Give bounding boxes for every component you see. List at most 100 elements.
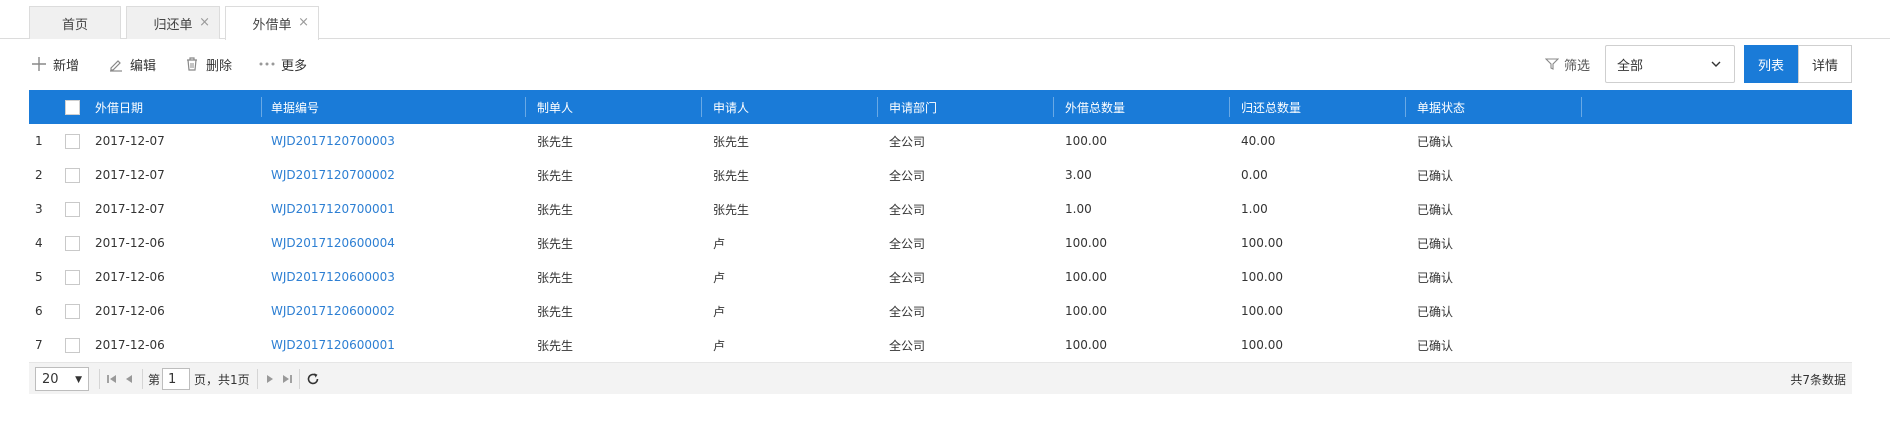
page-number-input[interactable]: 1	[162, 368, 190, 390]
tab-lend-order[interactable]: 外借单 ×	[225, 6, 319, 40]
row-checkbox[interactable]	[65, 304, 80, 319]
cell-code-link[interactable]: WJD2017120600001	[271, 328, 395, 362]
cell-status: 已确认	[1417, 304, 1454, 319]
cell-return-qty: 1.00	[1241, 202, 1268, 216]
table-header: 外借日期 单据编号 制单人 申请人 申请部门 外借总数量 归还总数量 单据状态	[29, 90, 1852, 124]
cell-applicant: 张先生	[713, 168, 750, 183]
cell-date: 2017-12-06	[95, 338, 165, 352]
cell-dept: 全公司	[889, 134, 926, 149]
tab-label: 归还单	[153, 17, 193, 33]
table-body: 1 2017-12-07 WJD2017120700003 张先生 张先生 全公…	[29, 124, 1852, 362]
column-header-dept[interactable]: 申请部门	[889, 90, 937, 124]
column-header-maker[interactable]: 制单人	[537, 90, 573, 124]
delete-button[interactable]: 删除	[183, 54, 232, 74]
column-header-date[interactable]: 外借日期	[95, 90, 143, 124]
cell-code-link[interactable]: WJD2017120700003	[271, 124, 395, 158]
pagination-bar: 20 ▼ 第 1 页，共1页 共7条数据	[29, 362, 1852, 394]
first-page-icon[interactable]	[105, 371, 119, 387]
pencil-icon	[107, 55, 125, 73]
cell-dept: 全公司	[889, 270, 926, 285]
more-button[interactable]: 更多	[258, 54, 307, 74]
column-divider	[525, 97, 526, 117]
row-checkbox[interactable]	[65, 270, 80, 285]
add-button[interactable]: 新增	[30, 54, 79, 74]
row-number: 5	[35, 270, 43, 284]
cell-code-link[interactable]: WJD2017120700001	[271, 192, 395, 226]
column-header-code[interactable]: 单据编号	[271, 90, 319, 124]
refresh-icon[interactable]	[306, 371, 320, 387]
close-icon[interactable]: ×	[199, 16, 210, 30]
more-dots-icon	[258, 55, 276, 73]
cell-status: 已确认	[1417, 202, 1454, 217]
column-header-status[interactable]: 单据状态	[1417, 90, 1465, 124]
row-number: 4	[35, 236, 43, 250]
filter-select[interactable]: 全部	[1605, 45, 1735, 83]
delete-label: 删除	[206, 58, 233, 74]
cell-lend-qty: 100.00	[1065, 134, 1107, 148]
trash-icon	[183, 55, 201, 73]
row-checkbox[interactable]	[65, 338, 80, 353]
tab-home[interactable]: 首页	[29, 6, 121, 39]
cell-maker: 张先生	[537, 134, 574, 149]
column-divider	[877, 97, 878, 117]
column-divider	[1053, 97, 1054, 117]
table-row[interactable]: 1 2017-12-07 WJD2017120700003 张先生 张先生 全公…	[29, 124, 1852, 158]
column-header-lend-qty[interactable]: 外借总数量	[1065, 90, 1125, 124]
toolbar: 新增 编辑 删除 更多 筛选 全部 列表 详情	[0, 44, 1890, 86]
chevron-down-icon	[1710, 58, 1722, 74]
page-size-select[interactable]: 20 ▼	[35, 367, 89, 391]
row-checkbox[interactable]	[65, 236, 80, 251]
cell-maker: 张先生	[537, 236, 574, 251]
column-header-applicant[interactable]: 申请人	[713, 90, 749, 124]
total-count: 共7条数据	[1790, 372, 1846, 387]
filter-button[interactable]: 筛选	[1545, 54, 1590, 74]
view-list-button[interactable]: 列表	[1744, 45, 1798, 83]
more-label: 更多	[281, 58, 308, 74]
row-checkbox[interactable]	[65, 134, 80, 149]
page-suffix: 页，共1页	[194, 372, 250, 387]
view-detail-button[interactable]: 详情	[1798, 45, 1852, 83]
table-row[interactable]: 4 2017-12-06 WJD2017120600004 张先生 卢 全公司 …	[29, 226, 1852, 260]
column-header-return-qty[interactable]: 归还总数量	[1241, 90, 1301, 124]
cell-maker: 张先生	[537, 202, 574, 217]
prev-page-icon[interactable]	[122, 371, 136, 387]
caret-down-icon: ▼	[75, 375, 82, 385]
cell-date: 2017-12-07	[95, 168, 165, 182]
add-label: 新增	[53, 58, 80, 74]
cell-applicant: 张先生	[713, 202, 750, 217]
cell-code-link[interactable]: WJD2017120600002	[271, 294, 395, 328]
tab-label: 外借单	[252, 18, 292, 33]
table-row[interactable]: 3 2017-12-07 WJD2017120700001 张先生 张先生 全公…	[29, 192, 1852, 226]
row-checkbox[interactable]	[65, 202, 80, 217]
cell-code-link[interactable]: WJD2017120700002	[271, 158, 395, 192]
page-size-value: 20	[42, 371, 59, 387]
filter-label: 筛选	[1564, 58, 1591, 74]
cell-date: 2017-12-07	[95, 134, 165, 148]
column-divider	[701, 97, 702, 117]
last-page-icon[interactable]	[280, 371, 294, 387]
cell-applicant: 卢	[713, 338, 726, 353]
cell-status: 已确认	[1417, 168, 1454, 183]
cell-status: 已确认	[1417, 236, 1454, 251]
cell-code-link[interactable]: WJD2017120600003	[271, 260, 395, 294]
next-page-icon[interactable]	[263, 371, 277, 387]
cell-applicant: 卢	[713, 270, 726, 285]
cell-applicant: 卢	[713, 304, 726, 319]
cell-code-link[interactable]: WJD2017120600004	[271, 226, 395, 260]
row-checkbox[interactable]	[65, 168, 80, 183]
table-row[interactable]: 7 2017-12-06 WJD2017120600001 张先生 卢 全公司 …	[29, 328, 1852, 362]
page-prefix: 第	[148, 372, 161, 387]
table-row[interactable]: 5 2017-12-06 WJD2017120600003 张先生 卢 全公司 …	[29, 260, 1852, 294]
table-row[interactable]: 6 2017-12-06 WJD2017120600002 张先生 卢 全公司 …	[29, 294, 1852, 328]
cell-status: 已确认	[1417, 338, 1454, 353]
tab-return-order[interactable]: 归还单 ×	[126, 6, 220, 39]
cell-lend-qty: 100.00	[1065, 270, 1107, 284]
close-icon[interactable]: ×	[298, 16, 309, 30]
cell-maker: 张先生	[537, 304, 574, 319]
filter-select-value: 全部	[1617, 58, 1644, 74]
select-all-checkbox[interactable]	[65, 100, 80, 115]
table-row[interactable]: 2 2017-12-07 WJD2017120700002 张先生 张先生 全公…	[29, 158, 1852, 192]
column-divider	[1581, 97, 1582, 117]
divider	[299, 369, 300, 389]
edit-button[interactable]: 编辑	[107, 54, 156, 74]
